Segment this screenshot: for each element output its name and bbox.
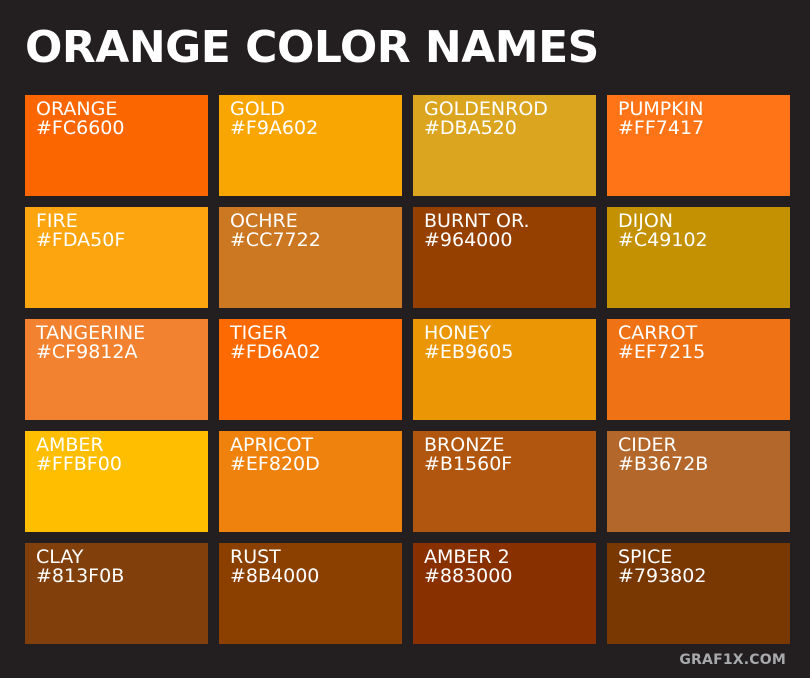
swatch-hex: #EB9605	[424, 341, 514, 363]
color-swatch: AMBER 2 #883000	[413, 543, 596, 644]
color-swatch: ORANGE #FC6600	[25, 95, 208, 196]
swatch-hex: #FDA50F	[36, 229, 126, 251]
color-swatch: GOLDENROD #DBA520	[413, 95, 596, 196]
swatch-hex: #813F0B	[36, 565, 125, 587]
swatch-hex: #F9A602	[230, 117, 319, 139]
swatch-hex: #8B4000	[230, 565, 320, 587]
swatch-hex: #B3672B	[618, 453, 709, 475]
color-swatch: BURNT OR. #964000	[413, 207, 596, 308]
swatch-hex: #FC6600	[36, 117, 125, 139]
color-swatch: HONEY #EB9605	[413, 319, 596, 420]
color-swatch: GOLD #F9A602	[219, 95, 402, 196]
color-swatch: CLAY #813F0B	[25, 543, 208, 644]
color-swatch: PUMPKIN #FF7417	[607, 95, 790, 196]
color-swatch: TIGER #FD6A02	[219, 319, 402, 420]
color-swatch: BRONZE #B1560F	[413, 431, 596, 532]
swatch-grid: ORANGE #FC6600 GOLD #F9A602 GOLDENROD #D…	[25, 95, 790, 644]
swatch-hex: #DBA520	[424, 117, 517, 139]
swatch-hex: #FFBF00	[36, 453, 122, 475]
color-swatch: CIDER #B3672B	[607, 431, 790, 532]
color-swatch: FIRE #FDA50F	[25, 207, 208, 308]
swatch-hex: #FF7417	[618, 117, 705, 139]
color-swatch: SPICE #793802	[607, 543, 790, 644]
swatch-hex: #793802	[618, 565, 707, 587]
color-swatch: TANGERINE #CF9812A	[25, 319, 208, 420]
swatch-hex: #EF820D	[230, 453, 320, 475]
swatch-hex: #CC7722	[230, 229, 321, 251]
page-title: ORANGE COLOR NAMES	[25, 22, 599, 73]
color-swatch: DIJON #C49102	[607, 207, 790, 308]
swatch-hex: #EF7215	[618, 341, 706, 363]
color-swatch: CARROT #EF7215	[607, 319, 790, 420]
color-swatch: APRICOT #EF820D	[219, 431, 402, 532]
site-credit: GRAF1X.COM	[679, 652, 786, 668]
swatch-hex: #964000	[424, 229, 513, 251]
swatch-hex: #C49102	[618, 229, 708, 251]
swatch-hex: #883000	[424, 565, 513, 587]
swatch-hex: #CF9812A	[36, 341, 138, 363]
swatch-hex: #B1560F	[424, 453, 513, 475]
color-swatch: OCHRE #CC7722	[219, 207, 402, 308]
color-swatch: AMBER #FFBF00	[25, 431, 208, 532]
swatch-hex: #FD6A02	[230, 341, 321, 363]
color-swatch: RUST #8B4000	[219, 543, 402, 644]
